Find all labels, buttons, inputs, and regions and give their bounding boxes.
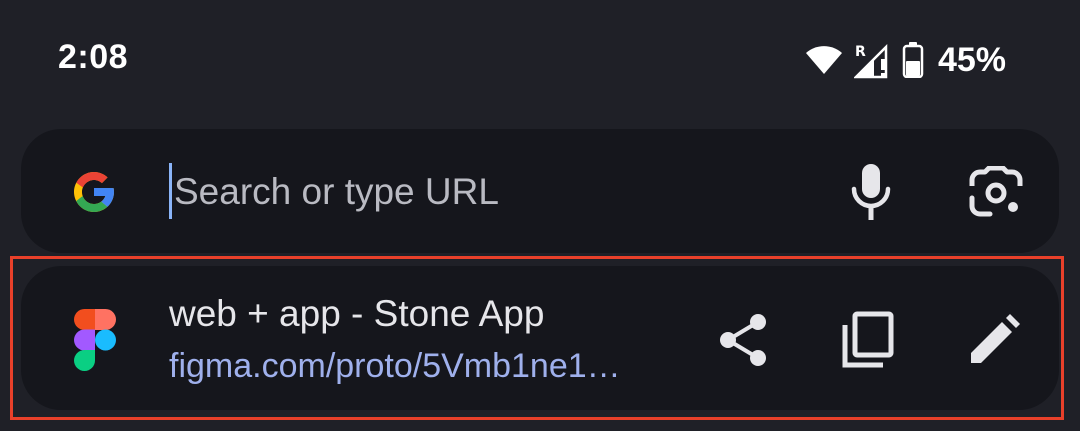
suggestion-title: web + app - Stone App: [169, 293, 545, 334]
signal-icon: R: [853, 43, 888, 79]
battery-percentage: 45%: [937, 40, 1006, 79]
copy-button[interactable]: [840, 311, 896, 368]
voice-search-button[interactable]: [846, 160, 896, 224]
google-g-icon: [74, 172, 114, 212]
share-button[interactable]: [716, 312, 772, 368]
lens-search-button[interactable]: [966, 164, 1026, 220]
wifi-icon: [805, 46, 842, 74]
search-input[interactable]: [170, 164, 794, 220]
edit-icon: [971, 314, 1020, 363]
status-bar: 2:08 R 45%: [0, 0, 1080, 120]
status-icons: R 45%: [804, 38, 1006, 82]
microphone-icon: [851, 164, 891, 220]
battery-icon: [902, 42, 924, 78]
suggestion-row[interactable]: [21, 266, 1059, 410]
status-time: 2:08: [58, 38, 129, 76]
share-icon: [720, 314, 766, 366]
figma-icon: [74, 309, 116, 371]
roaming-indicator: R: [855, 44, 866, 60]
lens-camera-icon: [969, 166, 1023, 217]
suggestion-url: figma.com/proto/5Vmb1ne1…: [169, 347, 621, 385]
copy-icon: [842, 311, 894, 368]
edit-button[interactable]: [966, 312, 1022, 368]
